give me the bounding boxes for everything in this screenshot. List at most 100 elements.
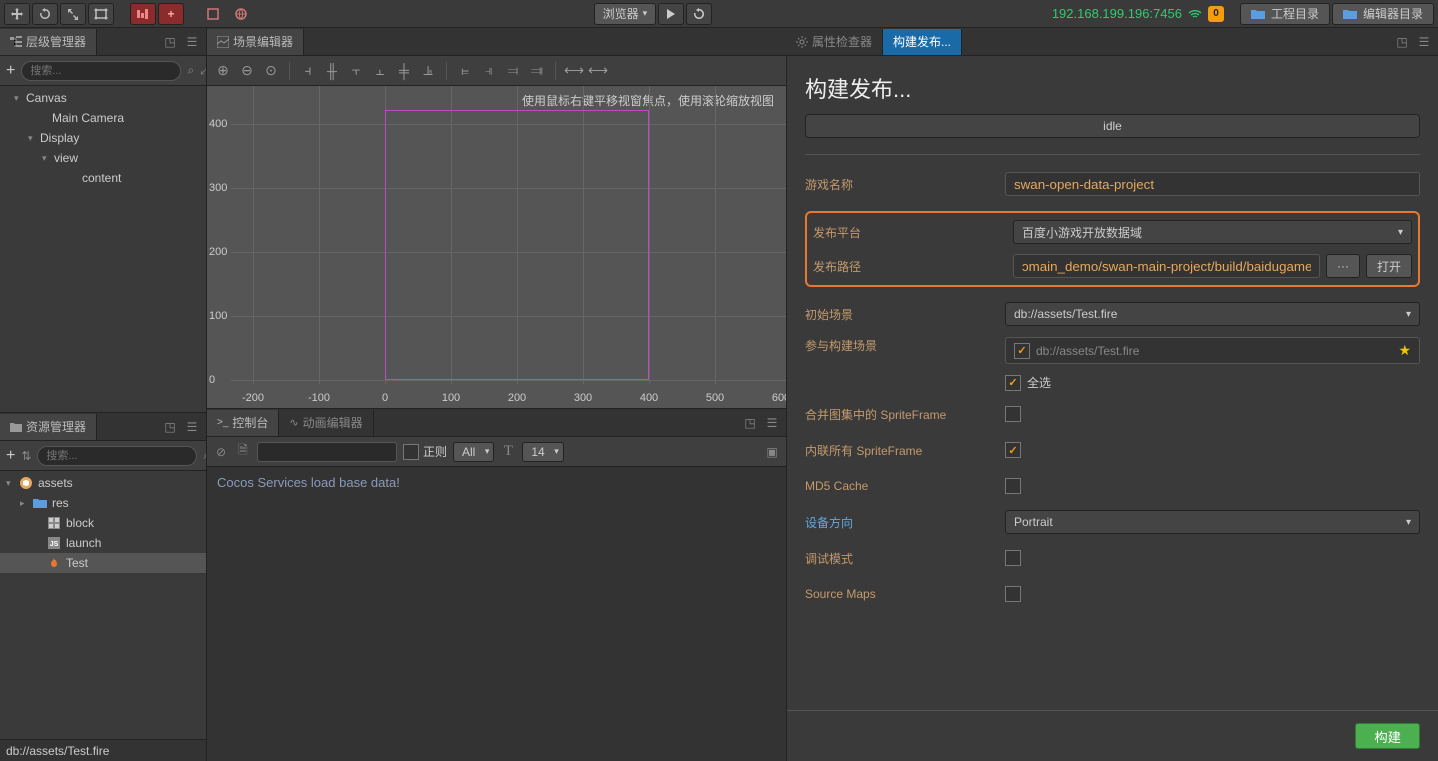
properties-tab[interactable]: 属性检查器: [786, 29, 883, 55]
align-hcenter-icon[interactable]: ╫: [322, 61, 342, 81]
build-button[interactable]: 构建: [1355, 723, 1420, 749]
collapse-button[interactable]: ▣: [764, 444, 780, 460]
sourcemaps-checkbox[interactable]: [1005, 586, 1021, 602]
play-button[interactable]: [658, 3, 684, 25]
assets-title: 资源管理器: [26, 418, 86, 435]
orientation-select[interactable]: Portrait: [1005, 510, 1420, 534]
menu-icon[interactable]: ☰: [184, 419, 200, 435]
rect-tool-button[interactable]: [88, 3, 114, 25]
platform-select[interactable]: 百度小游戏开放数据域: [1013, 220, 1412, 244]
create-node-button[interactable]: +: [6, 63, 15, 79]
scene-canvas[interactable]: 使用鼠标右键平移视窗焦点，使用滚轮缩放视图 400 30: [207, 86, 786, 408]
create-asset-button[interactable]: +: [6, 448, 15, 464]
tree-node-canvas[interactable]: ▾Canvas: [0, 88, 206, 108]
reload-button[interactable]: [686, 3, 712, 25]
distribute-h2-icon[interactable]: ⫤: [503, 61, 523, 81]
game-name-input[interactable]: [1005, 172, 1420, 196]
asset-label: res: [52, 496, 69, 510]
preview-target-label: 浏览器: [603, 5, 639, 22]
clear-console-button[interactable]: ⊘: [213, 444, 229, 460]
menu-icon[interactable]: ☰: [1416, 34, 1432, 50]
detach-icon[interactable]: ◳: [742, 415, 758, 431]
asset-row-res[interactable]: ▸res: [0, 493, 206, 513]
tree-node-main-camera[interactable]: Main Camera: [0, 108, 206, 128]
wifi-icon: [1188, 9, 1202, 19]
align-left-icon[interactable]: ⫞: [298, 61, 318, 81]
sort-button[interactable]: ⇅: [21, 448, 31, 464]
inline-sprite-checkbox[interactable]: ✓: [1005, 442, 1021, 458]
select-all-row[interactable]: ✓全选: [1005, 374, 1420, 391]
tree-node-content[interactable]: content: [0, 168, 206, 188]
asset-row-block[interactable]: block: [0, 513, 206, 533]
search-icon[interactable]: ⌕: [187, 63, 194, 79]
zoom-in-icon[interactable]: ⊕: [213, 61, 233, 81]
build-scenes-list[interactable]: ✓db://assets/Test.fire ★: [1005, 337, 1420, 364]
align-tool-button[interactable]: [200, 3, 226, 25]
snap-h-icon[interactable]: ⟷: [564, 61, 584, 81]
align-right-icon[interactable]: ⫟: [346, 61, 366, 81]
animation-tab[interactable]: ∿动画编辑器: [279, 410, 373, 436]
align-bottom-icon[interactable]: ⫡: [418, 61, 438, 81]
start-scene-label: 初始场景: [805, 306, 1005, 323]
browse-path-button[interactable]: ···: [1326, 254, 1360, 278]
console-tab-label: 控制台: [232, 414, 268, 431]
tree-node-display[interactable]: ▾Display: [0, 128, 206, 148]
project-dir-button[interactable]: 工程目录: [1240, 3, 1330, 25]
scale-tool-button[interactable]: [60, 3, 86, 25]
folder-icon: [10, 422, 22, 432]
console-filter-input[interactable]: [257, 442, 397, 462]
scene-item-checkbox[interactable]: ✓: [1014, 343, 1030, 359]
tree-node-view[interactable]: ▾view: [0, 148, 206, 168]
open-path-button[interactable]: 打开: [1366, 254, 1412, 278]
detach-icon[interactable]: ◳: [1394, 34, 1410, 50]
build-scenes-label: 参与构建场景: [805, 337, 1005, 354]
build-path-input[interactable]: [1013, 254, 1320, 278]
menu-icon[interactable]: ☰: [184, 34, 200, 50]
hierarchy-tab[interactable]: 层级管理器: [0, 29, 97, 55]
open-log-button[interactable]: 🗎: [235, 444, 251, 460]
align-vcenter-icon[interactable]: ╪: [394, 61, 414, 81]
scene-tab-bar: 场景编辑器: [207, 28, 786, 56]
assets-search-input[interactable]: [37, 446, 197, 466]
assets-tab[interactable]: 资源管理器: [0, 414, 97, 440]
select-all-checkbox[interactable]: ✓: [1005, 375, 1021, 391]
font-size-select[interactable]: 14: [522, 442, 563, 462]
zoom-fit-icon[interactable]: ⊙: [261, 61, 281, 81]
detach-icon[interactable]: ◳: [162, 34, 178, 50]
distribute-v2-icon[interactable]: ⫥: [527, 61, 547, 81]
log-level-select[interactable]: All: [453, 442, 494, 462]
hierarchy-search-input[interactable]: [21, 61, 181, 81]
merge-sprite-checkbox[interactable]: [1005, 406, 1021, 422]
stop-record-button[interactable]: +: [158, 3, 184, 25]
tree-label: Main Camera: [52, 111, 124, 125]
menu-icon[interactable]: ☰: [764, 415, 780, 431]
zoom-out-icon[interactable]: ⊖: [237, 61, 257, 81]
asset-row-launch[interactable]: JSlaunch: [0, 533, 206, 553]
detach-icon[interactable]: ◳: [162, 419, 178, 435]
editor-dir-button[interactable]: 编辑器目录: [1332, 3, 1434, 25]
record-button[interactable]: [130, 3, 156, 25]
font-icon: T: [500, 444, 516, 460]
debug-checkbox[interactable]: [1005, 550, 1021, 566]
hierarchy-icon: [10, 36, 22, 48]
scene-tab[interactable]: 场景编辑器: [207, 29, 304, 55]
asset-row-assets[interactable]: ▾assets: [0, 473, 206, 493]
star-icon[interactable]: ★: [1398, 342, 1411, 359]
regex-checkbox[interactable]: 正则: [403, 443, 447, 460]
orientation-label[interactable]: 设备方向: [805, 514, 1005, 531]
rotate-tool-button[interactable]: [32, 3, 58, 25]
folder-icon: [1251, 9, 1265, 19]
start-scene-select[interactable]: db://assets/Test.fire: [1005, 302, 1420, 326]
align-top-icon[interactable]: ⫠: [370, 61, 390, 81]
snap-v-icon[interactable]: ⟷: [588, 61, 608, 81]
fire-icon: [46, 556, 62, 570]
md5-checkbox[interactable]: [1005, 478, 1021, 494]
distribute-v-icon[interactable]: ⫣: [479, 61, 499, 81]
move-tool-button[interactable]: [4, 3, 30, 25]
distribute-h-icon[interactable]: ⫢: [455, 61, 475, 81]
preview-target-dropdown[interactable]: 浏览器▾: [594, 3, 657, 25]
console-tab[interactable]: >_控制台: [207, 410, 279, 436]
world-toggle-button[interactable]: [228, 3, 254, 25]
build-tab[interactable]: 构建发布...: [883, 29, 962, 55]
asset-row-test[interactable]: Test: [0, 553, 206, 573]
